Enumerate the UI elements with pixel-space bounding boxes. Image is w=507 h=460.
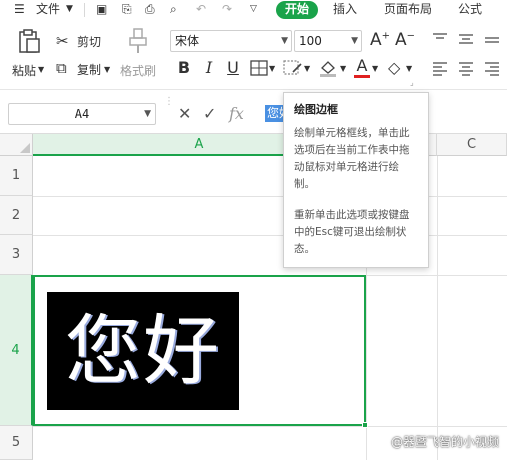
font-name-select[interactable]: 宋体 ▼ — [170, 30, 292, 52]
underline-button[interactable]: U — [223, 58, 243, 78]
undo-icon[interactable]: ↶ — [196, 0, 206, 20]
save-icon[interactable]: ▣ — [96, 0, 107, 20]
cell-image-text: 您好 — [65, 306, 221, 395]
fill-handle[interactable] — [362, 422, 368, 428]
scissors-icon[interactable]: ✂ — [56, 32, 69, 50]
tab-home[interactable]: 开始 — [276, 1, 319, 19]
fill-color-icon[interactable] — [318, 59, 338, 77]
column-header-c[interactable]: C — [437, 134, 507, 156]
row-header-3[interactable]: 3 — [0, 235, 33, 275]
row-gridline — [33, 235, 507, 236]
divider — [84, 3, 85, 17]
draw-border-dropdown-icon[interactable]: ▼ — [304, 64, 310, 73]
tooltip-paragraph-1: 绘制单元格框线，单击此选项后在当前工作表中拖动鼠标对单元格进行绘制。 — [294, 127, 410, 190]
clear-format-dropdown-icon[interactable]: ▼ — [406, 64, 412, 73]
confirm-icon[interactable]: ✓ — [203, 104, 216, 123]
cancel-icon[interactable]: ✕ — [178, 104, 191, 123]
export-icon[interactable]: ⎘ — [122, 0, 132, 20]
increase-font-size-button[interactable]: A+ — [370, 30, 390, 50]
font-group-launcher-icon[interactable]: ⌟ — [410, 78, 414, 87]
redo-icon[interactable]: ↷ — [222, 0, 232, 20]
quick-access-dropdown-icon[interactable]: ▽ — [250, 0, 257, 20]
tooltip-title: 绘图边框 — [294, 103, 338, 116]
tooltip-paragraph-2: 重新单击此选项或按键盘中的Esc键可退出绘制状态。 — [294, 209, 410, 255]
file-menu[interactable]: 文件 — [36, 0, 60, 20]
copy-dropdown-icon[interactable]: ▼ — [104, 65, 110, 74]
clear-format-icon[interactable]: ◇ — [388, 58, 400, 77]
name-box-value: A4 — [74, 107, 90, 121]
font-size-value: 100 — [299, 34, 322, 48]
tab-page-layout[interactable]: 页面布局 — [384, 0, 432, 20]
align-right-icon[interactable] — [484, 60, 500, 76]
column-gridline — [437, 156, 438, 460]
tab-insert[interactable]: 插入 — [333, 0, 357, 20]
chevron-down-icon: ▼ — [281, 36, 288, 46]
hamburger-icon[interactable]: ☰ — [14, 0, 25, 20]
row-gridline — [33, 196, 507, 197]
borders-icon[interactable] — [250, 60, 268, 76]
format-painter-button[interactable]: 格式刷 — [120, 62, 156, 79]
borders-dropdown-icon[interactable]: ▼ — [269, 64, 275, 73]
copy-button[interactable]: 复制 — [77, 61, 101, 78]
copy-icon[interactable]: ⧉ — [56, 59, 67, 77]
font-name-value: 宋体 — [175, 34, 200, 48]
paste-icon[interactable] — [16, 28, 42, 54]
select-all-corner[interactable] — [0, 134, 33, 156]
row-header-5[interactable]: 5 — [0, 426, 33, 460]
format-painter-icon[interactable] — [128, 28, 148, 54]
draw-border-icon[interactable] — [283, 60, 303, 76]
font-color-button[interactable]: A — [354, 56, 370, 78]
align-left-icon[interactable] — [432, 60, 448, 76]
row-gridline — [33, 426, 507, 427]
chevron-down-icon: ▼ — [351, 36, 358, 46]
align-center-icon[interactable] — [458, 60, 474, 76]
tab-formulas[interactable]: 公式 — [458, 0, 482, 20]
formula-bar: A4 ▼ ⋮ ✕ ✓ fx 您好 — [0, 90, 507, 134]
chevron-down-icon[interactable]: ▼ — [66, 0, 73, 20]
menu-bar: ☰ 文件 ▼ ▣ ⎘ ⎙ ⌕ ↶ ↷ ▽ 开始 插入 页面布局 公式 — [0, 0, 507, 20]
italic-button[interactable]: I — [199, 58, 219, 78]
fx-icon[interactable]: fx — [229, 104, 244, 123]
font-size-select[interactable]: 100 ▼ — [294, 30, 362, 52]
watermark: @器暨飞智的小视频 — [390, 435, 499, 449]
fill-color-dropdown-icon[interactable]: ▼ — [340, 64, 346, 73]
formula-bar-drag-handle[interactable]: ⋮ — [164, 96, 174, 126]
row-header-4[interactable]: 4 — [0, 275, 33, 426]
align-bottom-icon[interactable] — [484, 32, 500, 44]
ribbon: 粘贴 ▼ ✂ 剪切 ⧉ 复制 ▼ 格式刷 宋体 ▼ 100 ▼ A+ A− B … — [0, 20, 507, 90]
bold-button[interactable]: B — [174, 58, 194, 78]
name-box[interactable]: A4 ▼ — [8, 103, 156, 125]
paste-dropdown-icon[interactable]: ▼ — [38, 65, 44, 74]
font-color-swatch — [354, 75, 370, 78]
font-color-dropdown-icon[interactable]: ▼ — [372, 64, 378, 73]
row-header-1[interactable]: 1 — [0, 156, 33, 196]
draw-border-tooltip: 绘图边框 绘制单元格框线，单击此选项后在当前工作表中拖动鼠标对单元格进行绘制。 … — [283, 92, 429, 268]
align-top-icon[interactable] — [432, 32, 448, 44]
cut-button[interactable]: 剪切 — [77, 33, 101, 50]
decrease-font-size-button[interactable]: A− — [395, 30, 415, 50]
print-preview-icon[interactable]: ⌕ — [170, 0, 177, 20]
align-middle-icon[interactable] — [458, 32, 474, 44]
print-icon[interactable]: ⎙ — [145, 0, 155, 20]
chevron-down-icon: ▼ — [144, 109, 151, 119]
font-color-icon: A — [356, 56, 368, 75]
cell-image[interactable]: 您好 — [47, 292, 239, 410]
paste-button[interactable]: 粘贴 — [12, 62, 36, 79]
row-header-2[interactable]: 2 — [0, 196, 33, 235]
